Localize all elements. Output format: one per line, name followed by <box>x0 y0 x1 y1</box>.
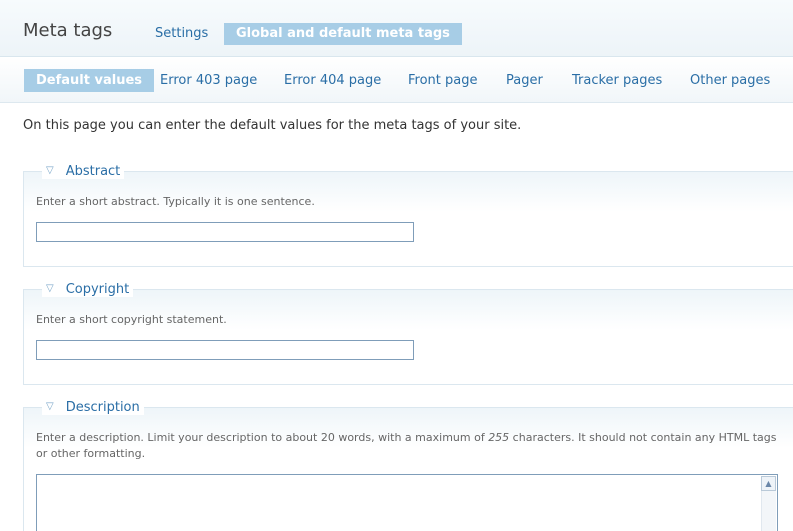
copyright-description: Enter a short copyright statement. <box>36 313 227 326</box>
abstract-input[interactable] <box>36 222 414 242</box>
fieldset-description: ▽ Description Enter a description. Limit… <box>23 400 793 531</box>
intro-text: On this page you can enter the default v… <box>23 118 522 133</box>
subtab-error-403-page[interactable]: Error 403 page <box>148 69 269 92</box>
subtab-pager[interactable]: Pager <box>494 69 555 92</box>
triangle-down-icon: ▽ <box>46 165 54 176</box>
fieldset-description-label: Description <box>65 400 140 415</box>
subtab-tracker-pages[interactable]: Tracker pages <box>560 69 674 92</box>
subtab-error-404-page[interactable]: Error 404 page <box>272 69 393 92</box>
subtab-front-page[interactable]: Front page <box>396 69 489 92</box>
page-header: Meta tags Settings Global and default me… <box>0 0 793 57</box>
fieldset-abstract-label: Abstract <box>65 164 121 179</box>
triangle-down-icon: ▽ <box>46 283 54 294</box>
subtab-other-pages[interactable]: Other pages <box>678 69 782 92</box>
secondary-tabs: Default values Error 403 page Error 404 … <box>0 57 793 103</box>
page-title: Meta tags <box>23 20 113 41</box>
subtab-default-values[interactable]: Default values <box>24 69 154 92</box>
fieldset-abstract: ▽ Abstract Enter a short abstract. Typic… <box>23 164 793 267</box>
tab-settings[interactable]: Settings <box>143 23 220 45</box>
fieldset-abstract-legend[interactable]: ▽ Abstract <box>42 164 125 179</box>
fieldset-description-legend[interactable]: ▽ Description <box>42 400 144 415</box>
triangle-down-icon: ▽ <box>46 401 54 412</box>
description-textarea[interactable]: ▲ <box>36 474 778 531</box>
copyright-input[interactable] <box>36 340 414 360</box>
scroll-up-arrow-icon[interactable]: ▲ <box>761 476 776 491</box>
fieldset-copyright-label: Copyright <box>65 282 130 297</box>
textarea-scrollbar[interactable] <box>761 491 776 531</box>
abstract-description: Enter a short abstract. Typically it is … <box>36 195 315 208</box>
tab-global-default-meta-tags[interactable]: Global and default meta tags <box>224 23 462 45</box>
fieldset-copyright-legend[interactable]: ▽ Copyright <box>42 282 134 297</box>
description-help-text: Enter a description. Limit your descript… <box>36 431 777 460</box>
fieldset-copyright: ▽ Copyright Enter a short copyright stat… <box>23 282 793 385</box>
